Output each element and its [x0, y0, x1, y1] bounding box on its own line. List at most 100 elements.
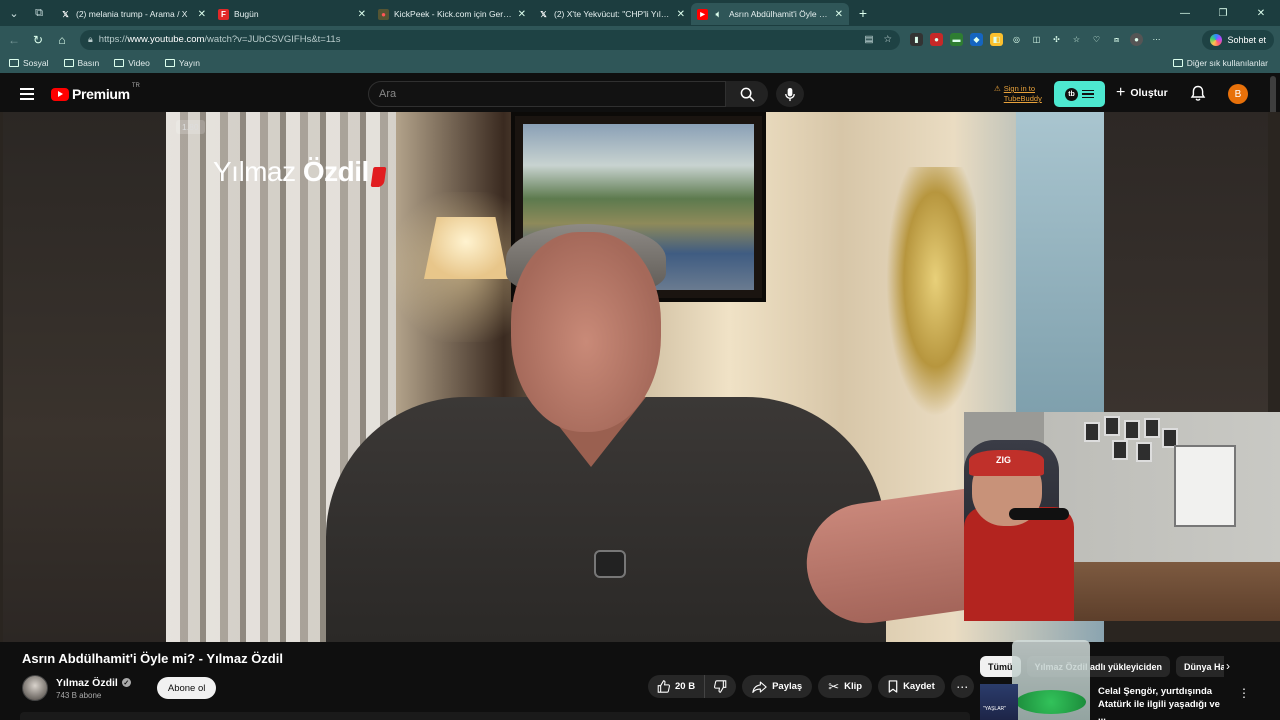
search-input[interactable] [379, 88, 725, 100]
menu-icon[interactable] [20, 88, 34, 100]
tubebuddy-sign-in-link[interactable]: ⚠ Sign in to TubeBuddy [994, 84, 1050, 104]
folder-icon [164, 59, 175, 67]
chevron-right-icon[interactable]: › [1226, 659, 1230, 673]
clip-button[interactable]: ✂ Klip [818, 675, 873, 698]
tab-youtube-active[interactable]: ▶ 🔈︎ Asrın Abdülhamit'i Öyle mi? - ✕ [691, 3, 849, 25]
extension-1-icon[interactable]: ▮ [910, 33, 923, 46]
split-screen-icon[interactable]: ◫ [1030, 33, 1043, 46]
favorites-icon[interactable]: ☆ [1070, 33, 1083, 46]
bookmark-folder-sosyal[interactable]: Sosyal [9, 58, 49, 68]
create-button[interactable]: + Oluştur [1116, 84, 1168, 102]
close-tab-icon[interactable]: ✕ [835, 9, 843, 20]
whiteboard [1174, 445, 1236, 527]
lock-icon: 🔒︎ [88, 34, 93, 44]
bookmark-folder-video[interactable]: Video [114, 58, 150, 68]
minimize-icon[interactable]: — [1166, 0, 1204, 26]
extensions-puzzle-icon[interactable]: ✣ [1050, 33, 1063, 46]
url-field[interactable]: 🔒︎ https://www.youtube.com/watch?v=JUbCS… [80, 29, 900, 50]
speaker-icon[interactable]: 🔈︎ [713, 9, 724, 20]
browser-essentials-icon[interactable]: ♡ [1090, 33, 1103, 46]
verified-check-icon: ✓ [121, 678, 131, 687]
voice-search-button[interactable] [776, 81, 804, 107]
extension-2-icon[interactable]: ● [930, 33, 943, 46]
extension-icons: ▮ ● ▬ ◆ ◧ ◎ ◫ ✣ ☆ ♡ ⧈ ● ⋯ [910, 33, 1163, 46]
copilot-chat-button[interactable]: Sohbet et [1202, 29, 1274, 50]
account-avatar[interactable]: B [1228, 84, 1248, 104]
bookmark-folder-basin[interactable]: Basın [63, 58, 99, 68]
extension-5-icon[interactable]: ◧ [990, 33, 1003, 46]
flipboard-icon: F [218, 8, 229, 20]
extension-3-icon[interactable]: ▬ [950, 33, 963, 46]
channel-row: Yılmaz Özdil ✓ 743 B abone Abone ol [22, 675, 217, 701]
back-icon[interactable]: ← [2, 28, 26, 52]
home-icon[interactable]: ⌂ [50, 28, 74, 52]
channel-name[interactable]: Yılmaz Özdil [56, 677, 118, 689]
subscribe-button[interactable]: Abone ol [156, 677, 217, 699]
subscriber-count: 743 B abone [56, 690, 102, 700]
bookmark-folder-yayin[interactable]: Yayın [164, 58, 200, 68]
like-dislike-group: 20 B [648, 675, 737, 698]
other-bookmarks[interactable]: Diğer sık kullanılanlar [1172, 58, 1268, 68]
favorite-star-icon[interactable]: ☆ [883, 34, 892, 45]
thumbs-up-icon [657, 680, 670, 693]
video-player[interactable]: 1.80 Yılmaz Özdil ZIG [0, 112, 1280, 642]
more-horizontal-icon: ⋯ [956, 679, 969, 694]
more-actions-button[interactable]: ⋯ [950, 675, 974, 698]
close-tab-icon[interactable]: ✕ [677, 9, 685, 20]
more-vertical-icon[interactable]: ⋮ [1238, 686, 1250, 700]
tubebuddy-icon: tb [1065, 87, 1078, 101]
lavalier-microphone [594, 550, 626, 578]
youtube-icon: ▶ [697, 8, 708, 20]
notifications-bell-icon[interactable] [1190, 85, 1206, 107]
reload-icon[interactable]: ↻ [26, 28, 50, 52]
chip-world-news[interactable]: Dünya Ha [1176, 656, 1224, 677]
youtube-premium-logo[interactable]: Premium TR [51, 83, 140, 102]
playback-speed-badge: 1.80 [176, 120, 205, 134]
close-tab-icon[interactable]: ✕ [518, 9, 526, 20]
reader-view-icon[interactable]: ▤ [864, 34, 873, 45]
microphone-icon [785, 87, 795, 101]
tab-x-yekvucut[interactable]: 𝕏 (2) X'te Yekvücut: "CHP'li Yılmaz Ö ✕ [532, 3, 691, 25]
tab-list-dropdown-icon[interactable]: ⌄ [3, 3, 25, 23]
settings-more-icon[interactable]: ⋯ [1150, 33, 1163, 46]
save-button[interactable]: Kaydet [878, 675, 945, 698]
search-box [368, 81, 726, 107]
restore-icon[interactable]: ❐ [1204, 0, 1242, 26]
plus-icon: + [1116, 84, 1126, 101]
bookmark-icon [888, 680, 898, 693]
recommendation-title[interactable]: Celal Şengör, yurtdışında Atatürk ile il… [1098, 685, 1222, 720]
tab-melania-trump-search[interactable]: 𝕏 (2) melania trump - Arama / X ✕ [54, 3, 212, 25]
share-button[interactable]: Paylaş [742, 675, 813, 698]
youtube-header: Premium TR ⚠ Sign in to TubeBuddy tb + O… [0, 76, 1280, 112]
tab-bugun[interactable]: F Bugün ✕ [212, 3, 372, 25]
search-icon [740, 87, 755, 102]
profile-icon[interactable]: ● [1130, 33, 1143, 46]
tab-kickpeek[interactable]: ● KickPeek - Kick.com için Gerçek Za ✕ [372, 3, 532, 25]
video-title: Asrın Abdülhamit'i Öyle mi? - Yılmaz Özd… [22, 651, 283, 666]
ambient-left [3, 112, 166, 642]
like-button[interactable]: 20 B [648, 675, 706, 698]
dislike-button[interactable] [705, 675, 736, 698]
channel-avatar[interactable] [22, 675, 48, 701]
folder-icon [114, 59, 125, 67]
recommendation-thumbnail[interactable]: "YAŞLAR" [980, 684, 1018, 720]
search-button[interactable] [726, 81, 768, 107]
streamer-webcam-overlay: ZIG [964, 412, 1280, 621]
ambient-right [1104, 112, 1268, 412]
folder-icon [1172, 59, 1183, 67]
window-controls: — ❐ ✕ [1166, 0, 1280, 26]
close-tab-icon[interactable]: ✕ [358, 9, 366, 20]
tubebuddy-menu-button[interactable]: tb [1054, 81, 1105, 107]
extension-4-icon[interactable]: ◆ [970, 33, 983, 46]
new-tab-button[interactable]: + [853, 5, 873, 21]
thumbs-down-icon [714, 680, 727, 693]
address-toolbar: ← ↻ ⌂ 🔒︎ https://www.youtube.com/watch?v… [0, 26, 1280, 53]
extension-6-icon[interactable]: ◎ [1010, 33, 1023, 46]
screenshot-icon[interactable]: ⧈ [1110, 33, 1123, 46]
description-panel-edge [20, 712, 970, 720]
workspaces-icon[interactable]: ⧉ [28, 3, 50, 23]
browser-tab-bar: ⌄ ⧉ 𝕏 (2) melania trump - Arama / X ✕ F … [0, 0, 1280, 26]
video-actions: 20 B Paylaş ✂ Klip Kaydet ⋯ [648, 675, 974, 698]
close-window-icon[interactable]: ✕ [1242, 0, 1280, 26]
close-tab-icon[interactable]: ✕ [198, 9, 206, 20]
